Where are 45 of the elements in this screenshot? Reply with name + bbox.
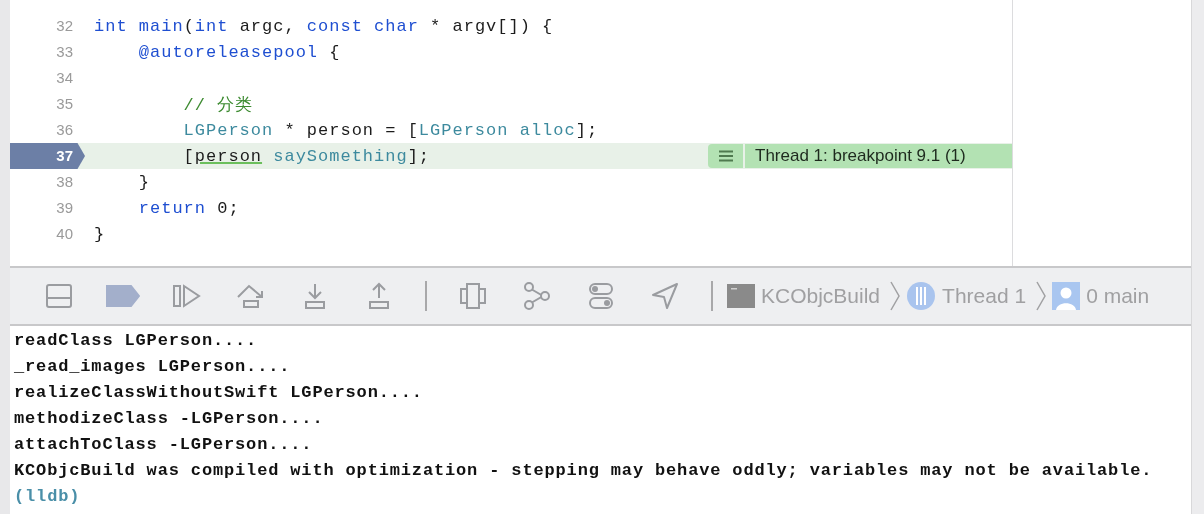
continue-icon[interactable] (172, 284, 202, 308)
chevron-icon (1036, 281, 1047, 311)
line-number: 32 (55, 16, 74, 36)
step-into-icon[interactable] (303, 282, 327, 310)
breadcrumb-item[interactable]: KCObjcBuild (761, 284, 881, 308)
code-line: int main(int argc, const char * argv[]) { (93, 16, 555, 36)
line-number: 34 (55, 68, 74, 88)
view-debugger-icon[interactable] (459, 282, 487, 310)
code-line: } (93, 224, 107, 244)
breakpoint-toggle-icon[interactable] (106, 285, 140, 307)
console-line: readClass LGPerson.... (14, 330, 259, 352)
code-line: } (137, 172, 151, 192)
breakpoint-annotation: Thread 1: breakpoint 9.1 (1) (745, 144, 1012, 168)
code-line: [person saySomething]; (182, 146, 432, 166)
breadcrumb-item[interactable]: 0 main (1086, 284, 1150, 308)
thread-icon (906, 281, 937, 311)
breadcrumb-item[interactable]: Thread 1 (942, 284, 1027, 308)
code-line: @autoreleasepool { (137, 42, 342, 62)
code-line: LGPerson * person = [LGPerson alloc]; (182, 120, 600, 140)
console-prompt: (lldb) (14, 486, 82, 508)
console-line: KCObjcBuild was compiled with optimization - stepping may behave oddly; variables may not be available. (14, 460, 1154, 482)
console-line: attachToClass -LGPerson.... (14, 434, 314, 456)
line-number: 38 (55, 172, 74, 192)
panel-icon[interactable] (45, 283, 73, 309)
terminal-icon (727, 284, 755, 308)
chevron-icon (890, 281, 901, 311)
person-icon (1052, 282, 1081, 310)
step-out-icon[interactable] (367, 282, 391, 310)
line-number: 33 (55, 42, 74, 62)
step-over-icon[interactable] (236, 283, 266, 309)
line-number: 35 (55, 94, 74, 114)
console-line: methodizeClass -LGPerson.... (14, 408, 325, 430)
line-number: 36 (55, 120, 74, 140)
code-line: return 0; (137, 198, 241, 218)
line-number: 39 (55, 198, 74, 218)
line-number: 37 (10, 143, 85, 169)
menu-icon (717, 150, 734, 162)
console-line: _read_images LGPerson.... (14, 356, 292, 378)
memory-graph-icon[interactable] (523, 282, 551, 310)
annotation-menu-button[interactable] (708, 144, 743, 168)
line-number: 40 (55, 224, 74, 244)
code-line: // 分类 (182, 94, 255, 116)
console-line: realizeClassWithoutSwift LGPerson.... (14, 382, 424, 404)
toggle-icon[interactable] (588, 282, 614, 310)
location-arrow-icon[interactable] (651, 282, 679, 310)
